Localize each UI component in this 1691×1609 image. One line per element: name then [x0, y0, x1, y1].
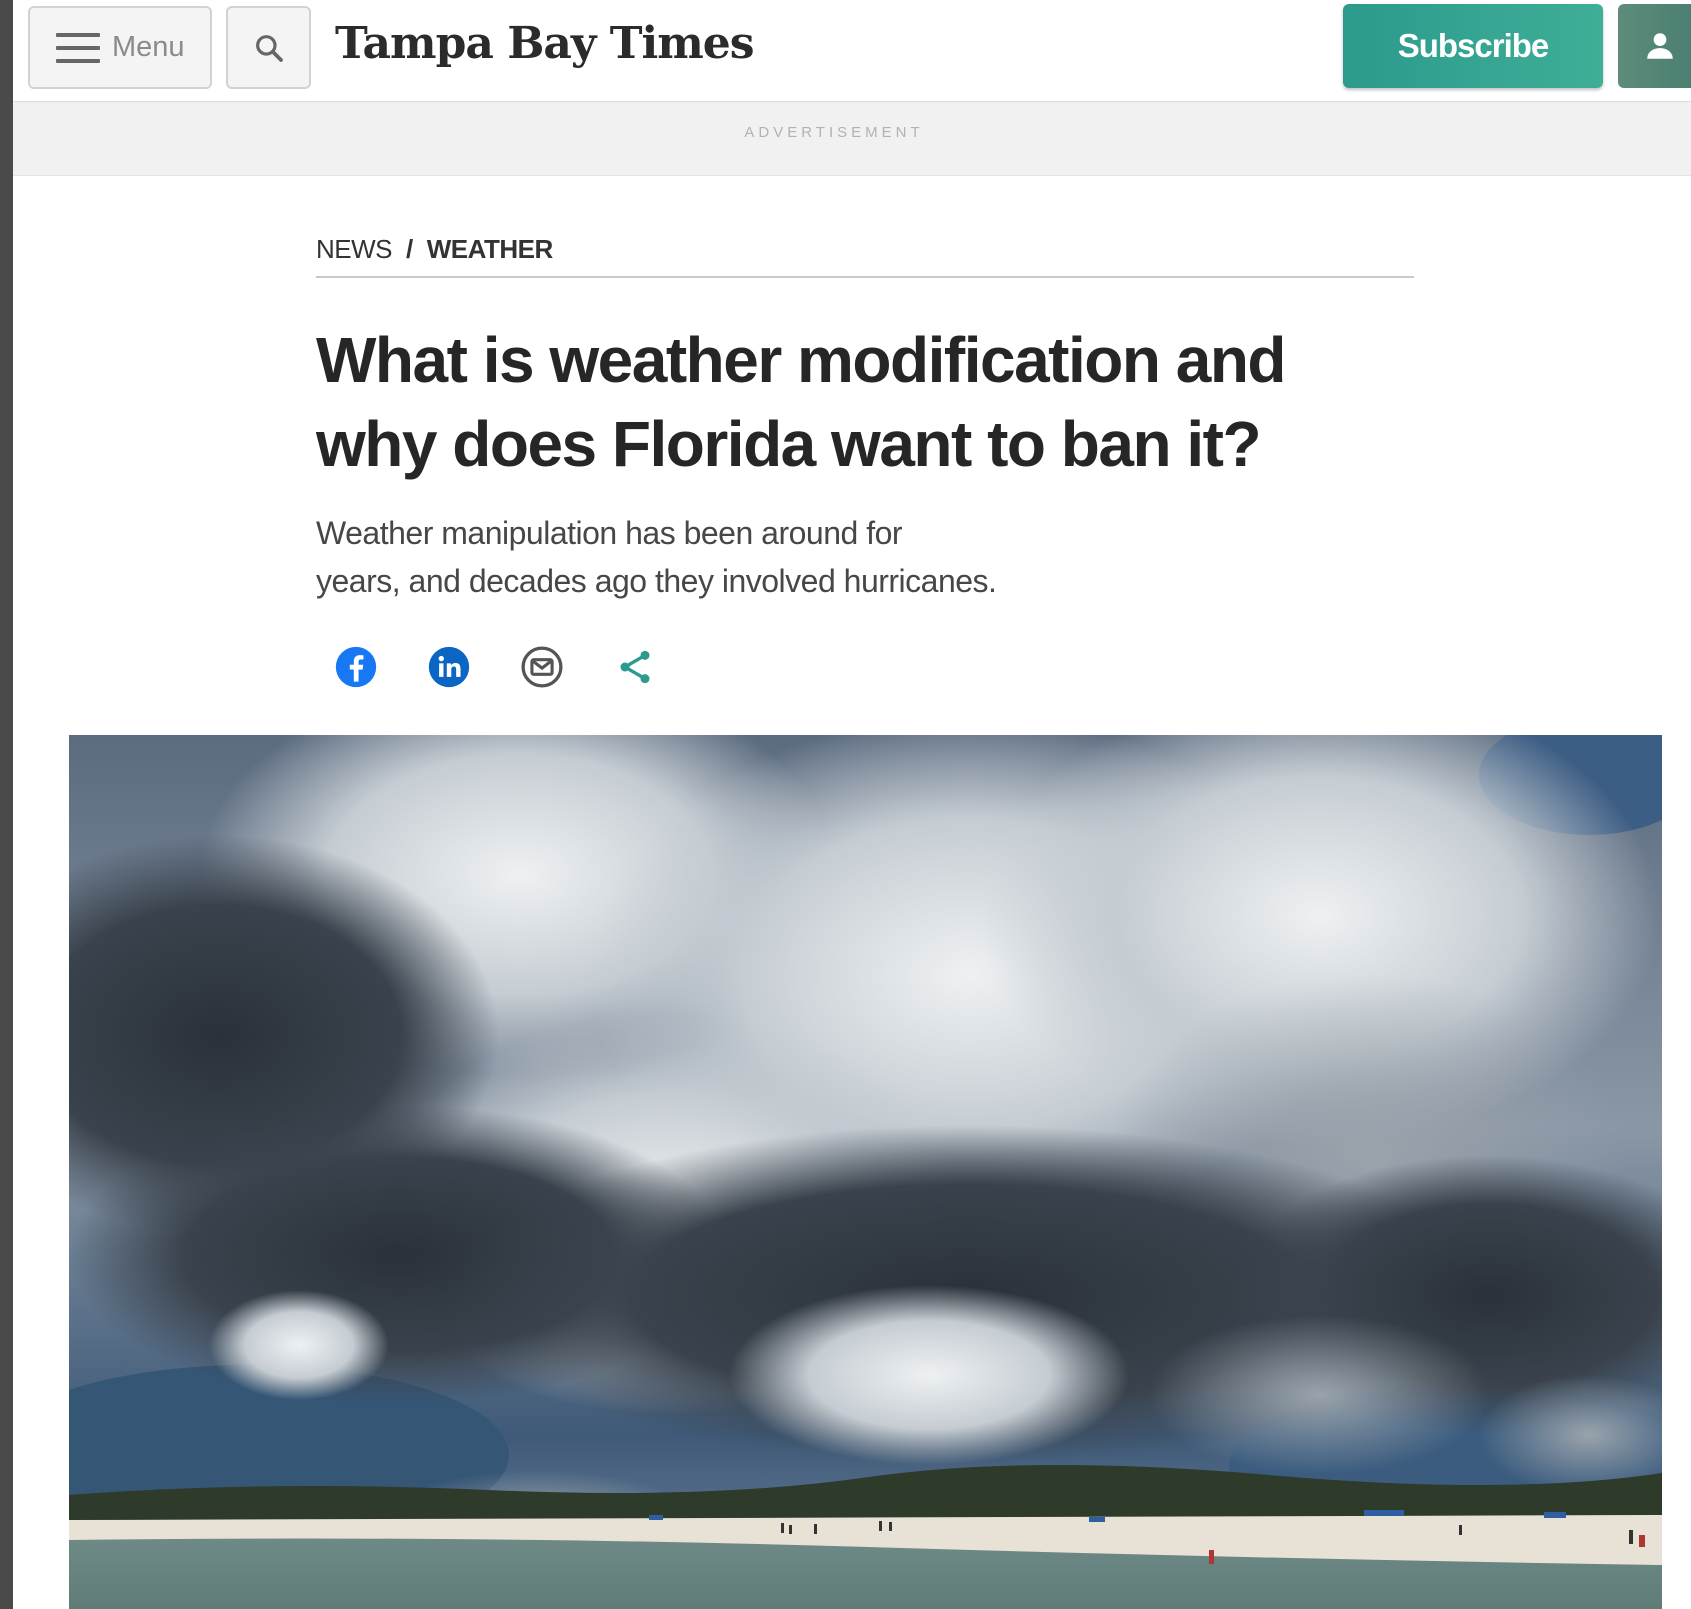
menu-label: Menu [112, 31, 185, 63]
advertisement-label: ADVERTISEMENT [744, 124, 924, 141]
article-headline: What is weather modification and why doe… [316, 318, 1316, 486]
hamburger-icon [56, 32, 100, 63]
breadcrumb-weather-link[interactable]: WEATHER [427, 234, 554, 265]
breadcrumb-news-link[interactable]: NEWS [316, 234, 393, 265]
user-icon [1647, 33, 1673, 59]
breadcrumb-separator: / [406, 234, 413, 264]
article-dek: Weather manipulation has been around for… [316, 509, 1116, 605]
more-share-button[interactable] [612, 644, 658, 690]
search-button[interactable] [226, 6, 311, 89]
facebook-icon [335, 646, 377, 688]
email-icon [521, 646, 563, 688]
breadcrumb: NEWS / WEATHER [316, 234, 1414, 278]
page: Menu Tampa Bay Times Subscribe ADVERTISE… [13, 0, 1691, 1609]
headline-line-1: What is weather modification and [316, 324, 1287, 396]
subscribe-button[interactable]: Subscribe [1343, 4, 1603, 88]
email-share-button[interactable] [519, 644, 565, 690]
dek-line-1: Weather manipulation has been around for [316, 515, 903, 551]
facebook-share-button[interactable] [333, 644, 379, 690]
headline-line-2: why does Florida want to ban it? [316, 408, 1262, 480]
linkedin-share-button[interactable] [426, 644, 472, 690]
share-bar [333, 642, 658, 692]
site-header: Menu Tampa Bay Times Subscribe [13, 0, 1691, 102]
site-logo[interactable]: Tampa Bay Times [335, 18, 755, 80]
share-icon [620, 650, 650, 684]
hero-image [69, 735, 1662, 1609]
menu-button[interactable]: Menu [28, 6, 212, 89]
account-button[interactable] [1618, 4, 1691, 88]
linkedin-icon [428, 646, 470, 688]
advertisement-banner: ADVERTISEMENT [13, 103, 1691, 176]
search-icon [255, 34, 283, 62]
dek-line-2: years, and decades ago they involved hur… [316, 563, 997, 599]
storm-clouds-beach-photo [69, 735, 1662, 1609]
